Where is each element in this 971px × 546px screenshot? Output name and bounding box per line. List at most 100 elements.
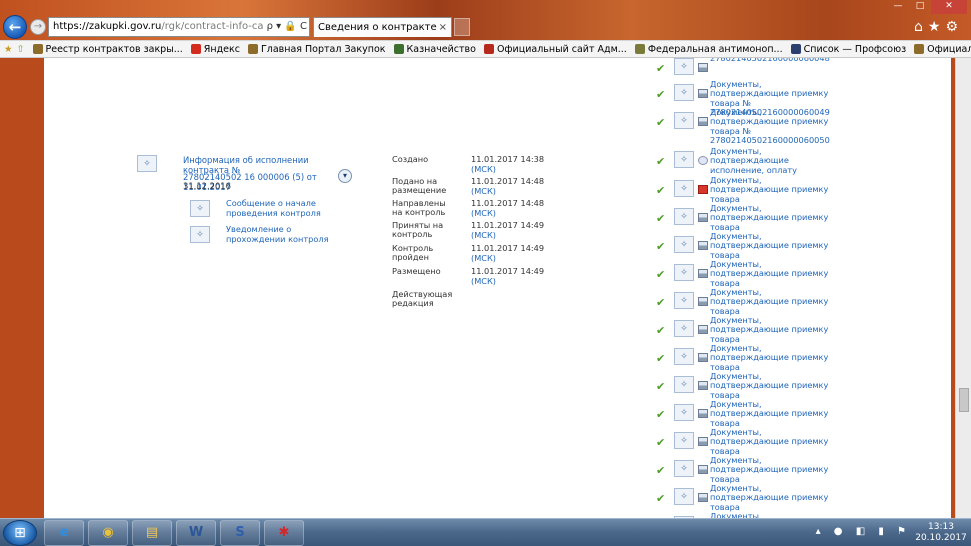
status-timezone-link[interactable]: (МСК): [471, 186, 496, 196]
document-link[interactable]: Документы, подтверждающие приемку товара: [710, 399, 838, 428]
taskbar-explorer-button[interactable]: ▤: [132, 520, 172, 546]
favorite-item[interactable]: Федеральная антимоноп...: [634, 44, 783, 55]
status-label: Приняты на контроль: [392, 220, 444, 240]
image-file-icon[interactable]: [698, 297, 708, 306]
admin-icon: [483, 44, 494, 54]
status-timezone-link[interactable]: (МСК): [471, 230, 496, 240]
tab-title: Сведения о контракте: [318, 22, 437, 33]
favorite-item[interactable]: Официальный сайт Адм...: [483, 44, 627, 55]
tab-close-icon[interactable]: ×: [439, 18, 447, 37]
image-file-icon[interactable]: [698, 353, 708, 362]
taskbar-s-app-button[interactable]: S: [220, 520, 260, 546]
document-row: ✔ ✧ Документы, подтверждающие приемку това…: [656, 175, 838, 204]
image-file-icon[interactable]: [698, 63, 708, 72]
document-row: ✔ ✧ Документы, подтверждающие приемку това…: [656, 107, 836, 145]
scrollbar-thumb[interactable]: [959, 388, 969, 412]
document-link[interactable]: Документы, подтверждающие исполнение, оп…: [710, 146, 838, 175]
taskbar-chrome-button[interactable]: ◉: [88, 520, 128, 546]
image-file-icon[interactable]: [698, 465, 708, 474]
document-link[interactable]: Документы, подтверждающие приемку товара: [710, 175, 838, 204]
check-icon: ✔: [656, 268, 666, 281]
check-icon: ✔: [656, 352, 666, 365]
status-timezone-link[interactable]: (МСК): [471, 164, 496, 174]
document-stamp-icon: ✧: [674, 320, 694, 337]
sub-item-link[interactable]: Уведомление о прохождении контроля: [226, 224, 338, 244]
address-bar[interactable]: https://zakupki.gov.ru/rgk/contract-info…: [48, 17, 310, 37]
browser-tools[interactable]: ⌂★⚙: [914, 19, 963, 35]
fas-icon: [634, 44, 645, 54]
document-stamp-icon: ✧: [674, 376, 694, 393]
check-icon: ✔: [656, 436, 666, 449]
taskbar-red-app-button[interactable]: ✱: [264, 520, 304, 546]
forward-button[interactable]: →: [30, 19, 46, 35]
status-timezone-link[interactable]: (МСК): [471, 208, 496, 218]
favorite-item[interactable]: Главная Портал Закупок: [247, 44, 386, 55]
expand-chevron-icon[interactable]: ▾: [338, 169, 352, 183]
image-file-icon[interactable]: [698, 381, 708, 390]
document-link[interactable]: Документы, подтверждающие приемку товара: [710, 315, 838, 344]
page-scrollbar[interactable]: [955, 58, 971, 518]
check-icon: ✔: [656, 240, 666, 253]
document-link[interactable]: Документы, подтверждающие приемку товара: [710, 287, 838, 316]
image-file-icon[interactable]: [698, 241, 708, 250]
image-file-icon[interactable]: [698, 493, 708, 502]
browser-chrome: ← → https://zakupki.gov.ru/rgk/contract-…: [0, 0, 971, 58]
add-favorite-icon[interactable]: ⇧: [17, 44, 25, 55]
document-link[interactable]: Документы, подтверждающие приемку товара…: [710, 107, 838, 146]
document-row: ✔ ✧ Документы, подтверждающие приемку това…: [656, 399, 838, 428]
document-link[interactable]: Документы, подтверждающие приемку товара: [710, 455, 838, 484]
new-tab-button[interactable]: [454, 18, 470, 36]
check-icon: ✔: [656, 296, 666, 309]
document-stamp-icon: ✧: [674, 236, 694, 253]
favorites-star-icon[interactable]: ★: [4, 44, 13, 55]
document-link[interactable]: 27802140502160000060048: [710, 58, 838, 63]
image-file-icon[interactable]: [698, 269, 708, 278]
close-window-button[interactable]: ✕: [931, 0, 967, 14]
check-icon: ✔: [656, 155, 666, 168]
doc-file-icon[interactable]: [698, 156, 708, 165]
image-file-icon[interactable]: [698, 117, 708, 126]
document-row: ✔ ✧ Документы, подтверждающие приемку това…: [656, 203, 838, 232]
favorite-item[interactable]: Казначейство: [393, 44, 476, 55]
document-stamp-icon: ✧: [674, 348, 694, 365]
document-link[interactable]: Документы, подтверждающие приемку товара: [710, 483, 838, 512]
image-file-icon[interactable]: [698, 213, 708, 222]
seal-icon: [32, 44, 43, 54]
favorite-item[interactable]: Официальный сайт для ...: [914, 44, 971, 55]
favorite-label: Яндекс: [203, 43, 240, 55]
document-link[interactable]: Документы, подтверждающие приемку товара: [710, 427, 838, 456]
status-timezone-link[interactable]: (МСК): [471, 253, 496, 263]
document-link[interactable]: Документы, подтверждающие приемку товара: [710, 343, 838, 372]
document-row: ✔ ✧ Документы, подтверждающие приемку това…: [656, 231, 838, 260]
seal-icon: [914, 44, 925, 54]
favorite-item[interactable]: Яндекс: [190, 43, 240, 55]
image-file-icon[interactable]: [698, 89, 708, 98]
document-link[interactable]: Документы, подтверждающие приемку товара: [710, 203, 838, 232]
pdf-file-icon[interactable]: [698, 185, 708, 194]
sub-item-link[interactable]: Сообщение о начале проведения контроля: [226, 198, 338, 218]
minimize-button[interactable]: —: [887, 0, 909, 14]
system-tray[interactable]: ▴ ● ◧ ▮ ⚑: [816, 526, 911, 537]
taskbar-ie-button[interactable]: e: [44, 520, 84, 546]
document-stamp-icon: ✧: [674, 432, 694, 449]
image-file-icon[interactable]: [698, 325, 708, 334]
image-file-icon[interactable]: [698, 409, 708, 418]
address-icons[interactable]: ρ ▾ 🔒 C: [263, 18, 307, 36]
favorite-item[interactable]: Список — Профсоюз: [790, 44, 906, 55]
document-link[interactable]: Документы, подтверждающие приемку товара: [710, 259, 838, 288]
tab-contract-info[interactable]: Сведения о контракте ×: [313, 17, 452, 37]
check-icon: ✔: [656, 116, 666, 129]
sub-item-stamp-icon: ✧: [190, 226, 210, 243]
taskbar-word-button[interactable]: W: [176, 520, 216, 546]
clock[interactable]: 13:13 20.10.2017: [915, 522, 967, 544]
document-row: ✔ ✧ Документы, подтверждающие приемку това…: [656, 343, 838, 372]
back-button[interactable]: ←: [3, 15, 27, 39]
favorite-item[interactable]: Реестр контрактов закры...: [32, 44, 183, 55]
clock-date: 20.10.2017: [915, 533, 967, 543]
document-link[interactable]: Документы, подтверждающие приемку товара: [710, 231, 838, 260]
image-file-icon[interactable]: [698, 437, 708, 446]
maximize-button[interactable]: □: [909, 0, 931, 14]
start-button[interactable]: ⊞: [3, 520, 37, 546]
document-link[interactable]: Документы, подтверждающие приемку товара: [710, 371, 838, 400]
status-timezone-link[interactable]: (МСК): [471, 276, 496, 286]
